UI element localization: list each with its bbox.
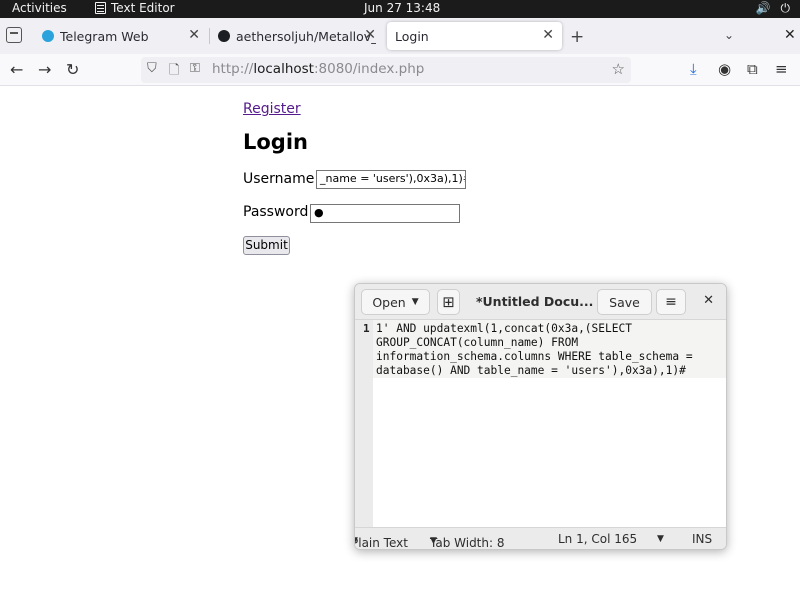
save-button[interactable]: Save — [597, 289, 652, 315]
tab-telegram[interactable]: Telegram Web ✕ — [34, 22, 208, 50]
back-icon[interactable]: ← — [10, 60, 23, 79]
activities-button[interactable]: Activities — [12, 1, 67, 15]
close-tab-icon[interactable]: ✕ — [542, 27, 554, 43]
page-icon[interactable]: 🗋 — [169, 61, 179, 83]
tab-login[interactable]: Login ✕ — [387, 22, 562, 50]
shield-icon[interactable]: ⛉ — [147, 61, 157, 76]
password-label: Password: — [243, 204, 314, 220]
chevron-down-icon[interactable]: ▼ — [657, 534, 664, 544]
key-icon[interactable]: ⚿ — [190, 61, 200, 76]
menu-icon[interactable]: ≡ — [775, 60, 788, 78]
volume-icon[interactable]: 🔊 — [756, 1, 771, 16]
account-icon[interactable]: ◉ — [718, 60, 731, 78]
power-icon[interactable]: ⏻ — [781, 1, 791, 16]
chevron-down-icon: ▼ — [411, 297, 419, 307]
submit-button[interactable]: Submit — [243, 236, 290, 255]
username-label: Username: — [243, 171, 320, 187]
system-tray[interactable]: 🔊 ⏻ — [756, 1, 790, 16]
page-title: Login — [243, 130, 308, 154]
reload-icon[interactable]: ↻ — [66, 60, 79, 79]
hamburger-icon: ≡ — [665, 294, 677, 310]
chevron-down-icon: ▼ — [430, 536, 437, 546]
line-number-gutter — [355, 320, 373, 529]
close-tab-icon[interactable]: ✕ — [364, 27, 376, 43]
document-title: *Untitled Docu... — [476, 294, 594, 309]
text-editor-window: Open ▼ ⊞ *Untitled Docu... Save ≡ ✕ 1 1'… — [354, 283, 727, 550]
close-icon[interactable]: ✕ — [703, 293, 714, 308]
register-link[interactable]: Register — [243, 101, 301, 117]
tab-github[interactable]: aethersoljuh/Metallov_ ✕ — [210, 22, 384, 50]
insert-mode-indicator[interactable]: INS — [692, 532, 712, 546]
close-window-icon[interactable]: ✕ — [784, 27, 796, 43]
github-icon — [218, 30, 230, 42]
text-editor-icon — [95, 2, 106, 14]
username-field[interactable]: _name = 'users'),0x3a),1)# — [316, 170, 466, 189]
app-name: Text Editor — [111, 1, 175, 15]
tab-label: aethersoljuh/Metallov_ — [236, 28, 376, 44]
forward-icon[interactable]: → — [38, 60, 51, 79]
clock[interactable]: Jun 27 13:48 — [364, 1, 440, 15]
new-tab-button[interactable]: ⊞ — [437, 289, 460, 315]
new-tab-icon[interactable]: + — [570, 27, 584, 47]
tab-overview-icon[interactable] — [6, 27, 22, 43]
line-number: 1 — [363, 322, 370, 335]
app-menu[interactable]: Text Editor — [95, 1, 175, 15]
tab-label: Telegram Web — [60, 28, 149, 44]
new-document-icon: ⊞ — [442, 293, 455, 311]
bookmark-star-icon[interactable]: ☆ — [612, 60, 625, 78]
navigation-bar: ← → ↻ ⛉ 🗋 ⚿ http://localhost:8080/index.… — [0, 54, 800, 86]
editor-header-bar: Open ▼ ⊞ *Untitled Docu... Save ≡ ✕ — [355, 284, 726, 320]
password-field[interactable]: ● — [310, 204, 460, 223]
url-text[interactable]: http://localhost:8080/index.php — [212, 61, 424, 77]
editor-content[interactable]: 1' AND updatexml(1,concat(0x3a,(SELECT G… — [376, 322, 722, 378]
close-tab-icon[interactable]: ✕ — [188, 27, 200, 43]
tab-label: Login — [395, 28, 429, 44]
chevron-down-icon[interactable]: ⌄ — [724, 28, 734, 42]
open-button[interactable]: Open ▼ — [361, 289, 430, 315]
download-icon[interactable]: ⤓ — [690, 60, 697, 78]
extensions-icon[interactable]: ⧉ — [747, 60, 758, 78]
tab-strip: Telegram Web ✕ aethersoljuh/Metallov_ ✕ … — [0, 18, 800, 54]
address-bar[interactable]: ⛉ 🗋 ⚿ http://localhost:8080/index.php ☆ — [141, 57, 631, 83]
telegram-icon — [42, 30, 54, 42]
system-top-bar: Activities Text Editor Jun 27 13:48 🔊 ⏻ — [0, 0, 800, 18]
main-menu-button[interactable]: ≡ — [656, 289, 686, 315]
editor-text-area[interactable]: 1 1' AND updatexml(1,concat(0x3a,(SELECT… — [355, 320, 726, 529]
cursor-position[interactable]: Ln 1, Col 165 — [558, 532, 637, 546]
chevron-down-icon: ▼ — [355, 536, 358, 546]
editor-status-bar: Plain Text ▼ Tab Width: 8 ▼ Ln 1, Col 16… — [355, 527, 726, 549]
